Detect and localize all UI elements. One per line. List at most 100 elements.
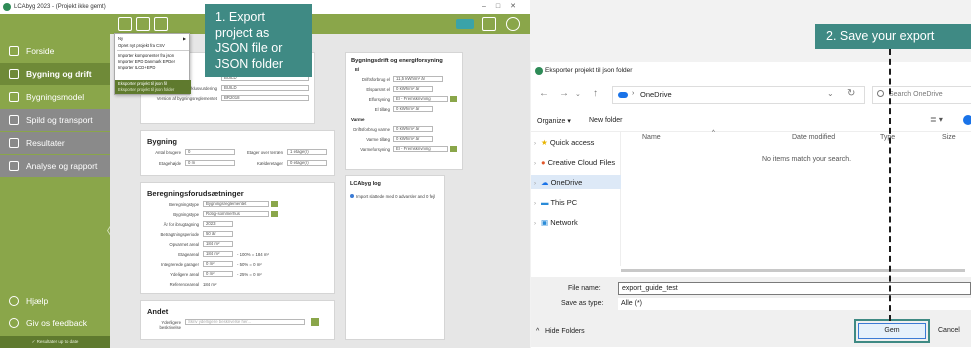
- varme-tillaeg-field[interactable]: 0 kWh/m² år: [393, 136, 433, 142]
- bygning-panel: Bygning Antal brugere 0 Etager over terr…: [140, 130, 335, 176]
- sidebar-item-resultater[interactable]: Resultater: [0, 132, 110, 154]
- opvarmet-areal-field[interactable]: 184 m²: [203, 241, 233, 247]
- open-folder-icon[interactable]: [136, 17, 150, 31]
- chevron-down-icon[interactable]: ⌄: [575, 90, 581, 98]
- book-icon[interactable]: [482, 17, 496, 31]
- new-folder-button[interactable]: New folder: [589, 117, 622, 124]
- tree-item-this-pc[interactable]: › ▬ This PC: [534, 198, 577, 207]
- save-type-select[interactable]: Alle (*): [618, 298, 971, 310]
- sidebar-item-label: Resultater: [26, 138, 65, 148]
- cloud-icon[interactable]: [456, 19, 474, 29]
- hide-folders-chevron-icon[interactable]: ^: [536, 328, 539, 335]
- field-label: Integrerede garager: [161, 262, 199, 267]
- help-icon[interactable]: [963, 115, 971, 125]
- chevron-right-icon: ›: [534, 141, 536, 147]
- column-date-modified[interactable]: Date modified: [792, 134, 835, 141]
- view-options-icon[interactable]: ≣ ▾: [930, 115, 943, 124]
- varmeforsyning-select[interactable]: El - Fremskrivning: [393, 146, 448, 152]
- bygningstype-select[interactable]: Rotig-sommerhus: [203, 211, 269, 217]
- star-icon: ★: [541, 138, 548, 147]
- beregningstype-select[interactable]: Bygningsreglementet: [203, 201, 269, 207]
- sidebar-item-bygningsmodel[interactable]: Bygningsmodel: [0, 86, 110, 108]
- app-logo-icon: [535, 67, 543, 75]
- tree-item-onedrive[interactable]: › ☁ OneDrive: [534, 178, 582, 187]
- column-name[interactable]: Name: [642, 134, 661, 141]
- menu-item-csv[interactable]: Opret nyt projekt fra CSV: [118, 43, 165, 48]
- sidebar-item-hjaelp[interactable]: Hjælp: [0, 290, 110, 312]
- file-name-input[interactable]: export_guide_test: [618, 282, 971, 295]
- tree-item-quick-access[interactable]: › ★ Quick access: [534, 138, 594, 147]
- field-label: Driftsforbrug varme: [353, 127, 390, 132]
- back-icon[interactable]: ←: [539, 88, 549, 99]
- up-icon[interactable]: ↑: [593, 88, 598, 99]
- field-label: Version af bygningsreglementet: [156, 96, 217, 101]
- network-icon: ▣: [541, 218, 549, 227]
- betragtningsperiode-field[interactable]: 50 år: [203, 231, 233, 237]
- file-menu: Ny ▶ Opret nyt projekt fra CSV Importer …: [114, 33, 191, 95]
- etager-field[interactable]: 1 etage(r): [287, 149, 327, 155]
- sidebar-item-spild-og-transport[interactable]: Spild og transport: [0, 109, 110, 131]
- minimize-button[interactable]: –: [482, 3, 496, 10]
- truck-icon: [9, 115, 19, 125]
- edit-icon[interactable]: [311, 318, 319, 326]
- column-type[interactable]: Type: [880, 134, 895, 141]
- chevron-down-icon[interactable]: [271, 211, 278, 217]
- organize-button[interactable]: Organize ▾: [537, 117, 571, 125]
- menu-item-export-json-file[interactable]: Eksporter projekt til json fil: [118, 81, 167, 86]
- sidebar-item-label: Analyse og rapport: [26, 161, 98, 171]
- window-controls[interactable]: –□✕: [482, 0, 526, 14]
- forward-icon[interactable]: →: [559, 88, 569, 99]
- hide-folders-button[interactable]: Hide Folders: [545, 328, 585, 335]
- sidebar-item-forside[interactable]: Forside: [0, 40, 110, 62]
- menu-item-ny[interactable]: Ny: [118, 36, 123, 41]
- save-icon[interactable]: [154, 17, 168, 31]
- etageareal-field[interactable]: 184 m²: [203, 251, 233, 257]
- referenceareal-value: 184 m²: [203, 282, 217, 287]
- menu-item-export-json-folder[interactable]: Eksporter projekt til json folder: [118, 87, 174, 92]
- kaelderetager-field[interactable]: 0 etage(r): [287, 160, 327, 166]
- field-label: Driftsforbrug el: [361, 77, 390, 82]
- beskrivelse-field[interactable]: Skriv yderligere beskrivelse her...: [185, 319, 305, 325]
- tree-item-network[interactable]: › ▣ Network: [534, 218, 578, 227]
- cancel-button[interactable]: Cancel: [934, 323, 971, 339]
- tree-item-creative-cloud[interactable]: › ● Creative Cloud Files: [534, 158, 615, 167]
- chevron-down-icon[interactable]: [271, 201, 278, 207]
- address-bar[interactable]: › OneDrive ⌄ ↻: [612, 86, 865, 104]
- save-type-label: Save as type:: [561, 300, 604, 307]
- new-file-icon[interactable]: [118, 17, 132, 31]
- chevron-down-icon[interactable]: [450, 96, 457, 102]
- chevron-down-icon[interactable]: ⌄: [827, 89, 834, 98]
- empty-message: No items match your search.: [762, 156, 852, 163]
- horizontal-scrollbar[interactable]: [621, 269, 965, 272]
- driftsforbrug-el-field[interactable]: 11,5 kWh/m² år: [393, 76, 443, 82]
- antal-brugere-field[interactable]: 0: [185, 149, 235, 155]
- etagehoejde-field[interactable]: 0 m: [185, 160, 235, 166]
- sidebar-item-feedback[interactable]: Giv os feedback: [0, 312, 110, 334]
- sidebar: Forside Bygning og drift Bygningsmodel S…: [0, 14, 110, 348]
- el-tillaeg-field[interactable]: 0 kWh/m² år: [393, 106, 433, 112]
- column-size[interactable]: Size: [942, 134, 956, 141]
- elsparsmt-field[interactable]: 0 kWh/m² år: [393, 86, 433, 92]
- search-input[interactable]: Search OneDrive: [889, 91, 943, 98]
- menu-item-import-ilcd[interactable]: Importer ILCD+EPD: [118, 65, 155, 70]
- sidebar-item-bygning-og-drift[interactable]: Bygning og drift: [0, 63, 110, 85]
- garager-field[interactable]: 0 m²: [203, 261, 233, 267]
- menu-item-import-epd[interactable]: Importer EPD Danmark EPDer: [118, 59, 175, 64]
- ibrugtagning-field[interactable]: 2023: [203, 221, 233, 227]
- tree-label: Network: [550, 218, 578, 227]
- menu-item-import-json[interactable]: Importer komponenter fra json: [118, 53, 174, 58]
- save-button[interactable]: Gem: [854, 319, 930, 343]
- feedback-icon: [9, 318, 19, 328]
- lca-responsible-field[interactable]: BUILD: [221, 85, 309, 91]
- elforsyning-select[interactable]: El - Fremskrivning: [393, 96, 448, 102]
- chevron-down-icon[interactable]: [450, 146, 457, 152]
- br-version-field[interactable]: BR2018: [221, 95, 309, 101]
- maximize-button[interactable]: □: [496, 3, 510, 10]
- settings-icon[interactable]: [506, 17, 520, 31]
- search-box[interactable]: Search OneDrive: [872, 86, 971, 104]
- close-button[interactable]: ✕: [510, 3, 526, 10]
- refresh-icon[interactable]: ↻: [847, 88, 855, 99]
- driftsforbrug-varme-field[interactable]: 0 kWh/m² år: [393, 126, 433, 132]
- sidebar-item-analyse-og-rapport[interactable]: Analyse og rapport: [0, 155, 110, 177]
- ydeligere-areal-field[interactable]: 0 m²: [203, 271, 233, 277]
